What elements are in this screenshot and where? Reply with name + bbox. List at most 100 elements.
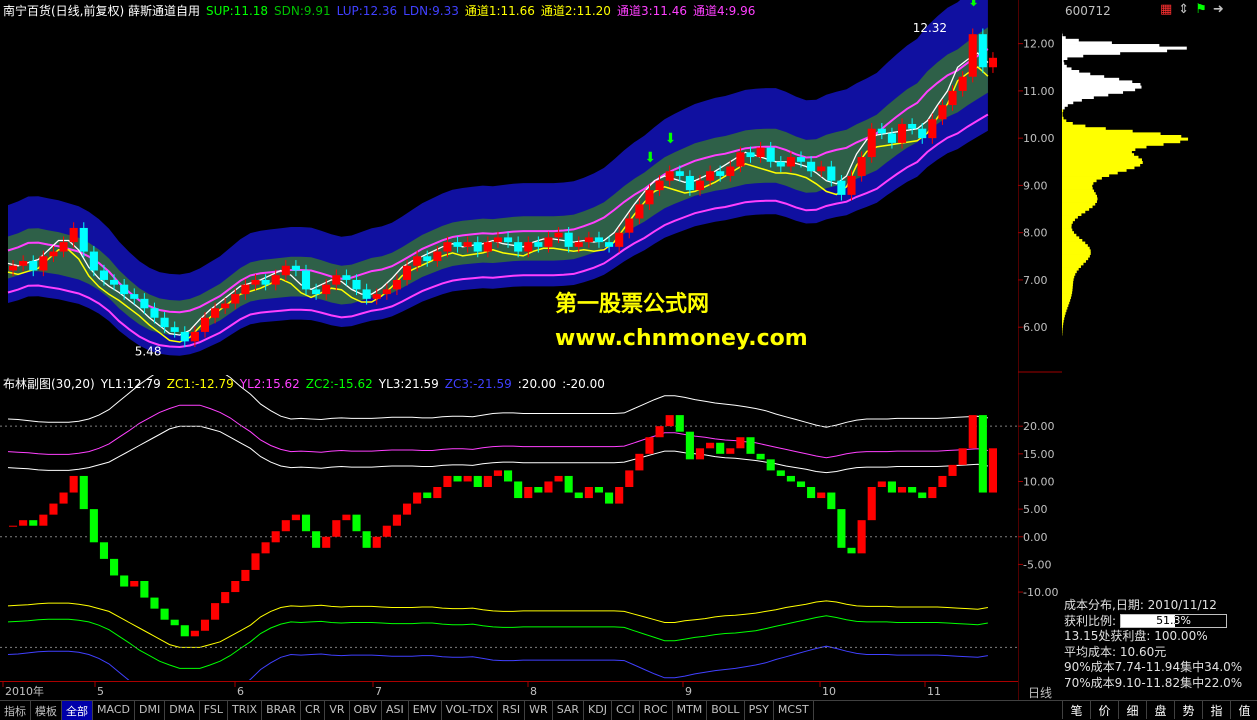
cost-bar	[1062, 278, 1074, 281]
candle-body	[171, 327, 179, 332]
candle-body	[80, 228, 88, 252]
price-tick-label: 11.00	[1023, 85, 1055, 98]
arrow-right-icon[interactable]: ➜	[1213, 3, 1224, 17]
low-price-label: 5.48	[135, 345, 162, 359]
flag-icon[interactable]: ⚑	[1195, 3, 1207, 17]
candle-body	[817, 167, 825, 172]
candle-body	[746, 152, 754, 157]
panel-toolbar: ▦ ⇕ ⚑ ➜	[1160, 3, 1224, 17]
cost-bar	[1062, 190, 1094, 193]
osc-bar	[504, 470, 512, 481]
right-tab[interactable]: 势	[1174, 700, 1202, 719]
candle-body	[302, 270, 310, 289]
right-tab[interactable]: 盘	[1146, 700, 1174, 719]
osc-bar	[817, 493, 825, 499]
cost-bar	[1062, 314, 1065, 317]
osc-bar	[181, 625, 189, 636]
candle-body	[29, 261, 37, 270]
candle-body	[19, 261, 27, 266]
candle-body	[686, 176, 694, 190]
osc-bar	[433, 487, 441, 498]
candle-body	[908, 124, 916, 129]
right-tab[interactable]: 值	[1230, 700, 1257, 719]
candle-body	[524, 242, 532, 251]
osc-bar	[746, 437, 754, 454]
sub-chart-pane[interactable]	[0, 375, 1018, 680]
cost-bar	[1062, 247, 1090, 250]
header-value: YL2:15.62	[240, 377, 300, 391]
indicator-tab[interactable]: DMA	[165, 701, 200, 720]
indicator-tab[interactable]: OBV	[350, 701, 382, 720]
cost-bar	[1062, 281, 1073, 284]
indicator-tab[interactable]: ASI	[382, 701, 409, 720]
osc-bar	[262, 542, 270, 553]
price-chart-pane[interactable]: 12.325.48⬇⬇⬇	[0, 0, 1018, 370]
cost-bar	[1062, 273, 1075, 276]
indicator-tab[interactable]: MCST	[774, 701, 814, 720]
osc-bar	[464, 476, 472, 482]
cost-bar	[1062, 320, 1064, 323]
indicator-tab[interactable]: VR	[325, 701, 349, 720]
cost-bar	[1062, 257, 1088, 260]
indicator-tab[interactable]: SAR	[553, 701, 584, 720]
indicator-tab[interactable]: BRAR	[262, 701, 301, 720]
candle-body	[60, 242, 68, 251]
right-tab[interactable]: 细	[1118, 700, 1146, 719]
grid-icon[interactable]: ▦	[1160, 3, 1172, 17]
indicator-tab[interactable]: FSL	[200, 701, 228, 720]
candle-body	[898, 124, 906, 143]
cost-bar	[1062, 114, 1063, 117]
osc-bar	[363, 531, 371, 548]
right-tab[interactable]: 价	[1090, 700, 1118, 719]
osc-bar	[847, 548, 855, 554]
candle-body	[393, 280, 401, 289]
indicator-tab[interactable]: CR	[301, 701, 325, 720]
indicator-tab[interactable]: 模板	[31, 701, 62, 720]
cost-bar	[1062, 244, 1088, 247]
indicator-tab[interactable]: KDJ	[584, 701, 612, 720]
indicator-tab[interactable]: WR	[525, 701, 553, 720]
candle-body	[575, 242, 583, 247]
candle-body	[534, 242, 542, 247]
indicator-tab[interactable]: CCI	[612, 701, 640, 720]
header-value: ZC3:-21.59	[445, 377, 512, 391]
candle-body	[615, 233, 623, 247]
indicator-tab[interactable]: VOL-TDX	[442, 701, 499, 720]
cost-bar	[1062, 299, 1070, 302]
price-tick-label: 9.00	[1023, 179, 1048, 192]
indicator-tab[interactable]: RSI	[498, 701, 525, 720]
cost-bar	[1062, 223, 1072, 226]
indicator-tab[interactable]: ROC	[640, 701, 673, 720]
header-value: 通道3:11.46	[617, 4, 687, 18]
cost-bar	[1062, 171, 1118, 174]
right-tab[interactable]: 笔	[1062, 700, 1090, 719]
osc-bar	[908, 487, 916, 493]
indicator-tab[interactable]: 全部	[62, 701, 93, 720]
cost-bar	[1062, 96, 1094, 99]
cost-bar	[1062, 294, 1072, 297]
header-value: LUP:12.36	[337, 4, 398, 18]
cost-bar	[1062, 91, 1123, 94]
osc-bar	[898, 487, 906, 493]
x-tick-label: 8	[530, 685, 537, 698]
right-tab[interactable]: 指	[1202, 700, 1230, 719]
indicator-tab[interactable]: TRIX	[228, 701, 262, 720]
candle-body	[676, 171, 684, 176]
indicator-tab[interactable]: EMV	[409, 701, 442, 720]
indicator-tab[interactable]: MACD	[93, 701, 135, 720]
indicator-tab[interactable]: 指标	[0, 701, 31, 720]
indicator-tab[interactable]: MTM	[673, 701, 708, 720]
candle-body	[918, 129, 926, 138]
up-down-icon[interactable]: ⇕	[1178, 3, 1189, 17]
osc-bar	[524, 487, 532, 498]
cost-bar	[1062, 286, 1073, 289]
price-tick-label: 8.00	[1023, 227, 1048, 240]
period-label[interactable]: 日线	[1028, 684, 1052, 701]
indicator-tab[interactable]: PSY	[745, 701, 774, 720]
osc-bar	[120, 575, 128, 586]
cost-bar	[1062, 151, 1132, 154]
indicator-tab[interactable]: DMI	[135, 701, 165, 720]
candle-body	[585, 237, 593, 242]
indicator-tab[interactable]: BOLL	[707, 701, 744, 720]
candle-body	[625, 218, 633, 232]
